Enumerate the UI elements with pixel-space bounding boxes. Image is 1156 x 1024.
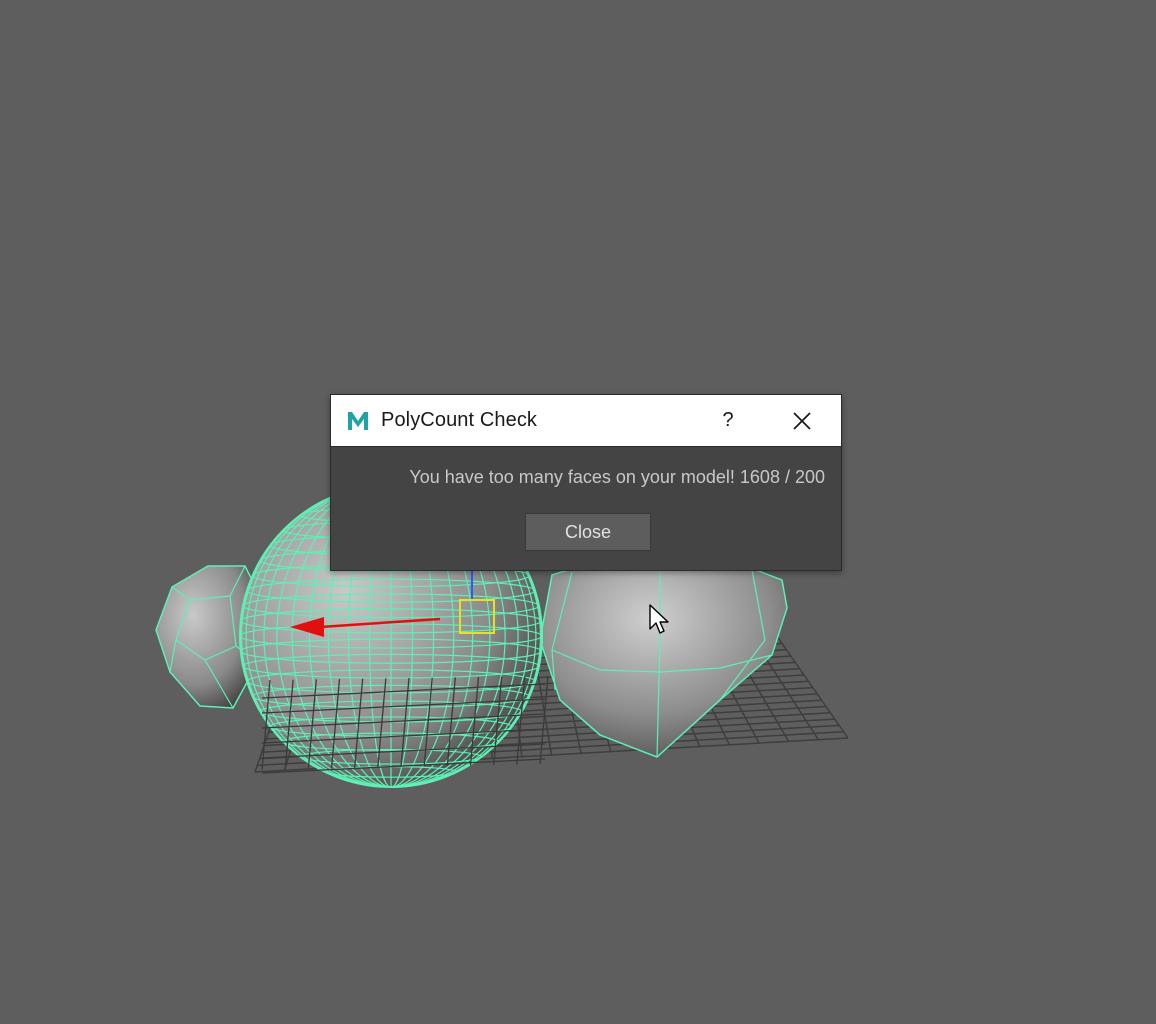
help-button[interactable]: ? [713, 405, 743, 435]
mouse-cursor-icon [648, 604, 670, 636]
dialog-title: PolyCount Check [381, 409, 538, 431]
question-icon: ? [722, 409, 734, 431]
close-window-button[interactable] [787, 406, 817, 436]
polycount-message: You have too many faces on your model! 1… [409, 467, 825, 487]
close-button[interactable]: Close [525, 513, 651, 551]
polycount-dialog: PolyCount Check ? You have too many face… [330, 394, 842, 571]
dialog-titlebar[interactable]: PolyCount Check ? [331, 395, 841, 447]
close-icon [793, 412, 811, 430]
maya-logo-icon [346, 409, 370, 433]
3d-viewport[interactable]: PolyCount Check ? You have too many face… [0, 0, 1156, 1024]
